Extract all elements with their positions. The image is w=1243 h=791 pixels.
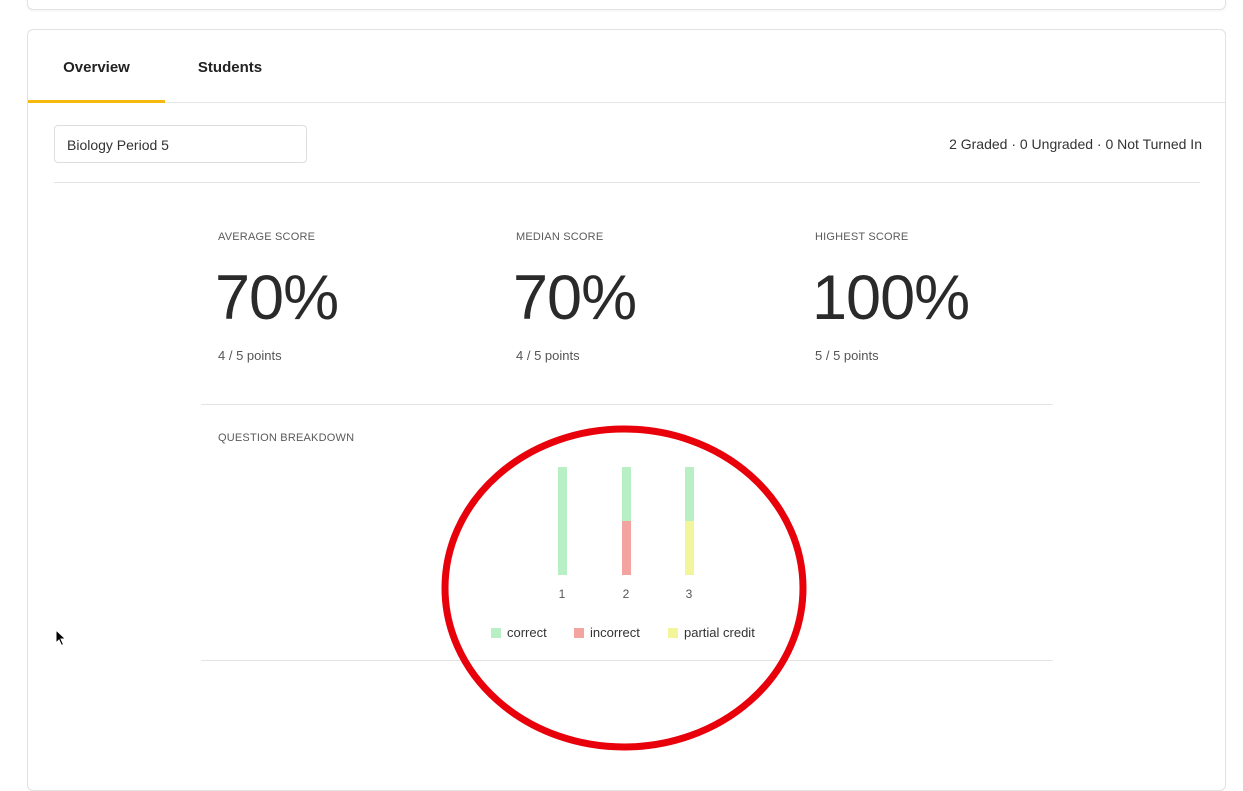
highest-score-value: 100% (812, 263, 970, 333)
correct-swatch (491, 627, 501, 638)
header-card (27, 0, 1226, 10)
legend-partial-credit: partial credit (668, 625, 755, 640)
legend-incorrect-label: incorrect (590, 625, 640, 640)
bar-q2-correct (622, 467, 631, 521)
incorrect-swatch (574, 627, 584, 638)
tab-students[interactable]: Students (180, 30, 280, 102)
question-breakdown-title: QUESTION BREAKDOWN (218, 432, 355, 444)
highest-score-points: 5 / 5 points (815, 348, 879, 363)
tab-overview[interactable]: Overview (28, 30, 165, 103)
grading-status-summary: 2 Graded · 0 Ungraded · 0 Not Turned In (949, 136, 1202, 152)
bar-q3-partial (685, 521, 694, 575)
divider (54, 182, 1200, 183)
average-score-label: AVERAGE SCORE (218, 231, 316, 243)
average-score-value: 70% (215, 263, 339, 333)
bar-q3-correct (685, 467, 694, 521)
median-score-value: 70% (513, 263, 637, 333)
class-selector[interactable]: Biology Period 5 (54, 125, 307, 163)
mouse-cursor-icon (55, 629, 67, 647)
bar-q2-incorrect (622, 521, 631, 575)
median-score-label: MEDIAN SCORE (516, 231, 604, 243)
divider (201, 404, 1053, 405)
legend-correct: correct (491, 625, 547, 640)
question-number-label: 1 (558, 587, 566, 601)
question-number-label: 3 (685, 587, 693, 601)
legend-incorrect: incorrect (574, 625, 640, 640)
legend-correct-label: correct (507, 625, 547, 640)
average-score-points: 4 / 5 points (218, 348, 282, 363)
question-number-label: 2 (622, 587, 630, 601)
tab-bar: Overview Students (28, 30, 1225, 103)
partial-credit-swatch (668, 627, 678, 638)
bar-q1-correct (558, 467, 567, 575)
legend-partial-credit-label: partial credit (684, 625, 755, 640)
highest-score-label: HIGHEST SCORE (815, 231, 909, 243)
median-score-points: 4 / 5 points (516, 348, 580, 363)
divider (201, 660, 1053, 661)
assignment-results-card: Overview Students Biology Period 5 2 Gra… (27, 29, 1226, 791)
